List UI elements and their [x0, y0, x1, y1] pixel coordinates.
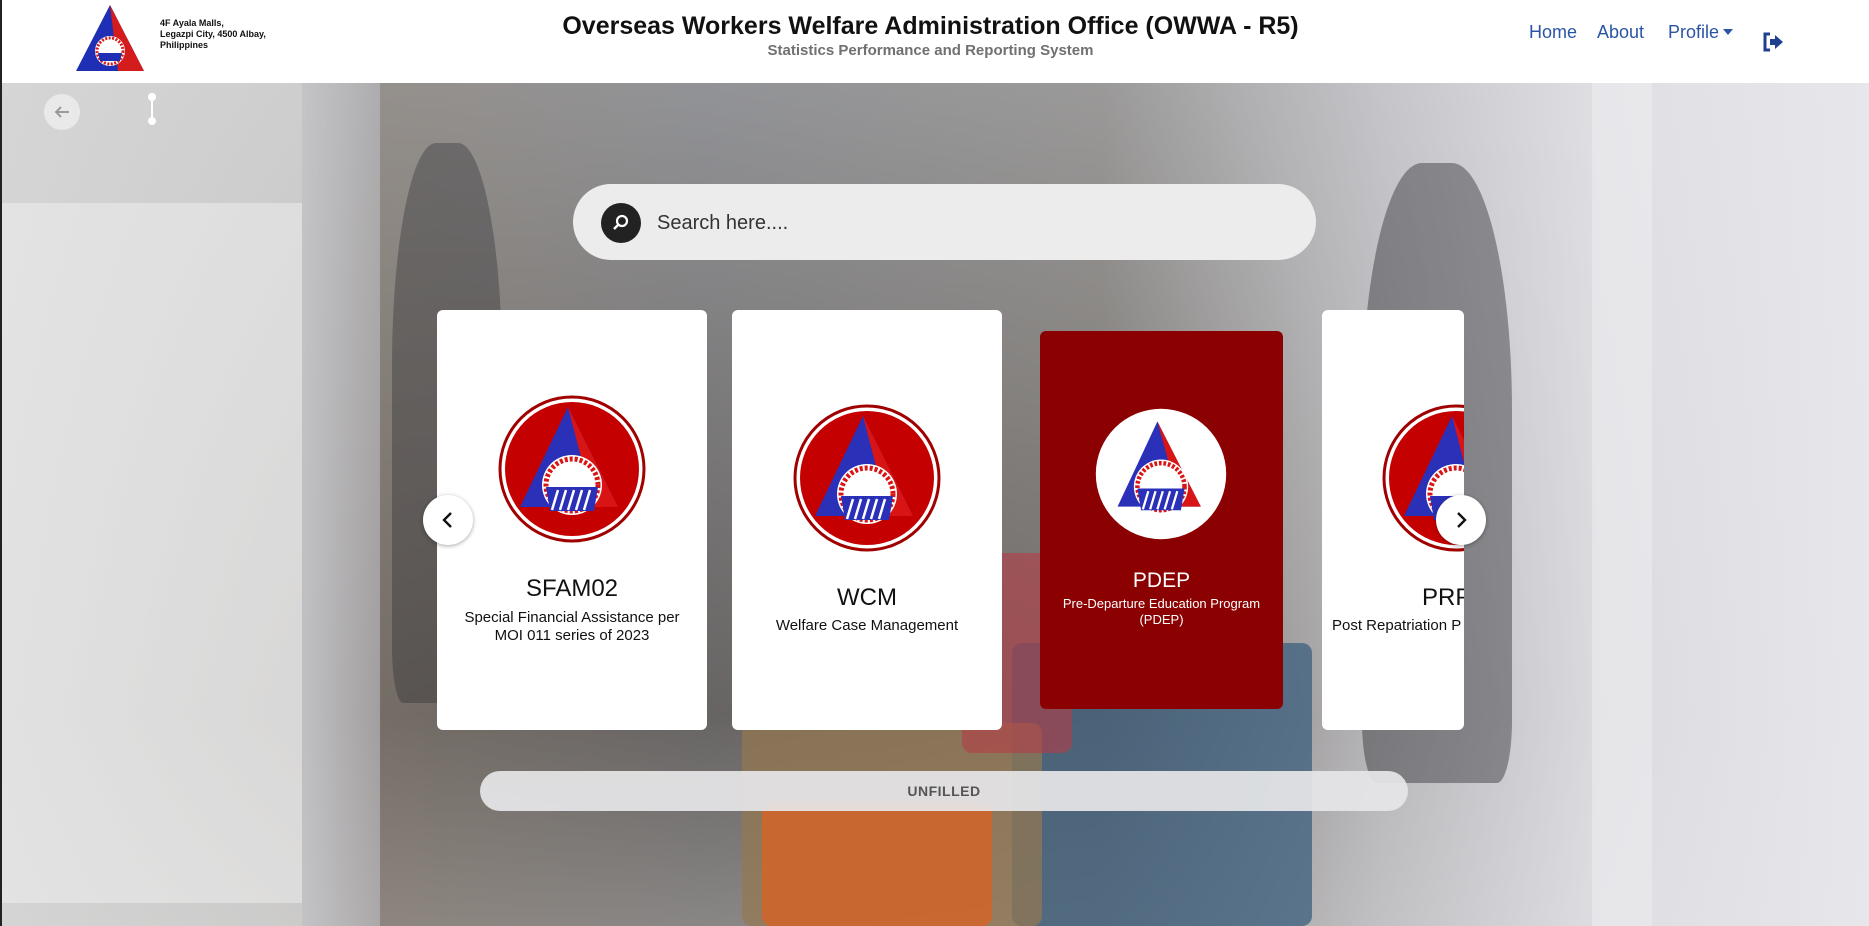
card-description: Welfare Case Management	[775, 617, 959, 634]
program-card-pdep[interactable]: PDEP Pre-Departure Education Program (PD…	[1040, 331, 1283, 709]
owwa-seal-icon	[498, 395, 646, 543]
card-code: WCM	[837, 584, 897, 611]
program-card-wcm[interactable]: WCM Welfare Case Management	[732, 310, 1002, 730]
nav-home-link[interactable]: Home	[1529, 22, 1577, 43]
nav-about-link[interactable]: About	[1597, 22, 1644, 43]
hero-section: SFAM02 Special Financial Assistance per …	[0, 83, 1869, 926]
nav-profile-dropdown[interactable]: Profile	[1668, 22, 1734, 43]
page-title: Overseas Workers Welfare Administration …	[562, 12, 1299, 40]
caret-down-icon	[1723, 29, 1734, 35]
status-badge: UNFILLED	[480, 771, 1408, 811]
card-description: Special Financial Assistance per MOI 011…	[464, 609, 680, 644]
chevron-right-icon	[1457, 512, 1467, 528]
card-code: PDEP	[1132, 569, 1191, 592]
card-code: PRP	[1422, 584, 1464, 611]
card-description: Post Repatriation P	[1332, 617, 1462, 634]
chevron-left-icon	[442, 512, 452, 528]
nav-profile-label: Profile	[1668, 22, 1720, 42]
card-code: SFAM02	[525, 575, 619, 602]
owwa-seal-icon	[1095, 408, 1227, 540]
logout-icon[interactable]	[1762, 32, 1784, 52]
card-description: Pre-Departure Education Program (PDEP)	[1062, 596, 1261, 627]
page-subtitle: Statistics Performance and Reporting Sys…	[767, 42, 1094, 59]
owwa-seal-icon	[793, 404, 941, 552]
carousel-next-button[interactable]	[1436, 495, 1486, 545]
program-card-sfam02[interactable]: SFAM02 Special Financial Assistance per …	[437, 310, 707, 730]
carousel-prev-button[interactable]	[423, 495, 473, 545]
top-header: 4F Ayala Malls, Legazpi City, 4500 Albay…	[0, 0, 1869, 83]
